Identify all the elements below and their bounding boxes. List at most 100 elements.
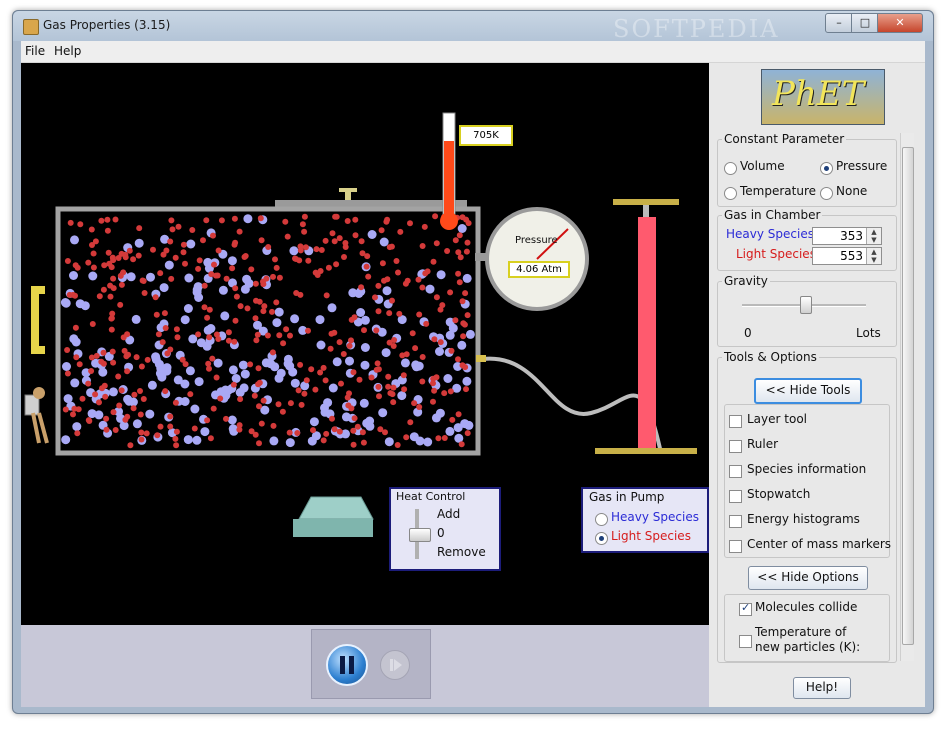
- light-particle: [233, 293, 240, 300]
- playback-controls: [311, 629, 431, 699]
- species-info-checkbox[interactable]: [729, 465, 742, 478]
- heat-remove-label: Remove: [437, 545, 486, 559]
- light-particle: [287, 400, 294, 407]
- light-particle: [363, 263, 370, 270]
- heavy-particle: [443, 374, 453, 383]
- light-particle: [379, 260, 386, 267]
- pressure-label[interactable]: Pressure: [836, 159, 887, 173]
- energy-histograms-checkbox[interactable]: [729, 515, 742, 528]
- species-info-label[interactable]: Species information: [747, 462, 866, 476]
- light-particle: [167, 413, 174, 420]
- light-particle: [124, 368, 131, 375]
- hide-options-button[interactable]: << Hide Options: [748, 566, 868, 590]
- gravity-title: Gravity: [722, 274, 770, 288]
- light-particle: [162, 325, 169, 331]
- temperature-new-particles-label-1: Temperature of: [755, 625, 847, 639]
- heavy-particle: [183, 435, 193, 445]
- none-label[interactable]: None: [836, 184, 867, 198]
- none-radio[interactable]: [820, 187, 833, 200]
- light-particle: [118, 387, 125, 394]
- hide-tools-button[interactable]: << Hide Tools: [754, 378, 862, 404]
- light-particle: [120, 269, 127, 276]
- light-particle: [301, 228, 308, 235]
- help-button[interactable]: Help!: [793, 677, 851, 699]
- heavy-particle: [360, 360, 370, 370]
- menu-help[interactable]: Help: [54, 44, 81, 58]
- heavy-particle: [253, 320, 262, 330]
- step-button[interactable]: [380, 650, 410, 680]
- light-particle: [421, 223, 428, 230]
- control-panel-scrollbar[interactable]: [900, 133, 914, 661]
- heavy-particle: [462, 273, 472, 283]
- center-of-mass-checkbox[interactable]: [729, 540, 742, 553]
- light-particle: [340, 351, 347, 357]
- heavy-particle: [384, 437, 394, 447]
- heavy-particle: [360, 343, 370, 352]
- volume-label[interactable]: Volume: [740, 159, 785, 173]
- light-particle: [79, 395, 86, 402]
- heat-slider-thumb[interactable]: [409, 528, 431, 542]
- menu-file[interactable]: File: [25, 44, 45, 58]
- pump-heavy-label[interactable]: Heavy Species: [611, 510, 699, 524]
- spinner-arrows-icon[interactable]: ▲ ▼: [866, 248, 881, 264]
- temperature-label[interactable]: Temperature: [740, 184, 816, 198]
- pump-heavy-radio[interactable]: [595, 513, 608, 526]
- heavy-species-spinner[interactable]: 353 ▲ ▼: [812, 227, 882, 245]
- light-particle: [313, 246, 320, 253]
- light-particle: [231, 215, 238, 222]
- molecules-collide-label[interactable]: Molecules collide: [755, 600, 857, 614]
- heavy-particle: [184, 273, 194, 283]
- close-button[interactable]: ✕: [877, 13, 923, 33]
- pump-light-radio[interactable]: [595, 532, 608, 545]
- light-particle: [168, 217, 175, 224]
- light-particle: [461, 321, 468, 328]
- app-window: Gas Properties (3.15) SOFTPEDIA – □ ✕ Fi…: [12, 10, 934, 714]
- light-particle: [173, 326, 180, 333]
- light-particle: [280, 340, 287, 347]
- pump-light-label[interactable]: Light Species: [611, 529, 691, 543]
- stopwatch-checkbox[interactable]: [729, 490, 742, 503]
- temperature-radio[interactable]: [724, 187, 737, 200]
- light-particle: [210, 405, 217, 412]
- gas-in-pump-title: Gas in Pump: [589, 490, 665, 504]
- light-species-spinner[interactable]: 553 ▲ ▼: [812, 247, 882, 265]
- light-particle: [411, 400, 418, 407]
- light-particle: [273, 299, 280, 306]
- ruler-label[interactable]: Ruler: [747, 437, 778, 451]
- light-particle: [384, 216, 391, 223]
- molecules-collide-checkbox[interactable]: [739, 601, 752, 616]
- heavy-species-value[interactable]: 353: [840, 229, 863, 243]
- light-particle: [331, 329, 338, 336]
- light-particle: [360, 439, 367, 446]
- heavy-species-label: Heavy Species: [726, 227, 814, 241]
- temperature-new-particles-checkbox[interactable]: [739, 635, 752, 648]
- temperature-new-particles-label-2: new particles (K):: [755, 640, 861, 654]
- pressure-radio[interactable]: [820, 162, 833, 175]
- minimize-button[interactable]: –: [825, 13, 853, 33]
- gravity-slider-thumb[interactable]: [800, 296, 812, 314]
- heavy-particle: [309, 417, 319, 427]
- pump-handle[interactable]: [613, 199, 679, 205]
- maximize-button[interactable]: □: [851, 13, 879, 33]
- spinner-arrows-icon[interactable]: ▲ ▼: [866, 228, 881, 244]
- center-of-mass-label[interactable]: Center of mass markers: [747, 537, 891, 551]
- light-particle: [88, 368, 95, 374]
- ruler-checkbox[interactable]: [729, 440, 742, 453]
- light-particle: [110, 359, 117, 366]
- light-species-value[interactable]: 553: [840, 249, 863, 263]
- light-particle: [449, 416, 456, 423]
- energy-histograms-label[interactable]: Energy histograms: [747, 512, 860, 526]
- lid-handle[interactable]: [339, 188, 357, 192]
- chamber-handle[interactable]: [31, 286, 45, 354]
- light-particle: [141, 290, 148, 296]
- light-particle: [341, 254, 347, 260]
- volume-radio[interactable]: [724, 162, 737, 175]
- light-particle: [258, 420, 265, 427]
- pause-button[interactable]: [326, 644, 368, 686]
- scrollbar-thumb[interactable]: [902, 147, 914, 645]
- stopwatch-label[interactable]: Stopwatch: [747, 487, 810, 501]
- layer-tool-label[interactable]: Layer tool: [747, 412, 807, 426]
- light-particle: [140, 396, 147, 402]
- layer-tool-checkbox[interactable]: [729, 415, 742, 428]
- heavy-particle: [290, 314, 300, 324]
